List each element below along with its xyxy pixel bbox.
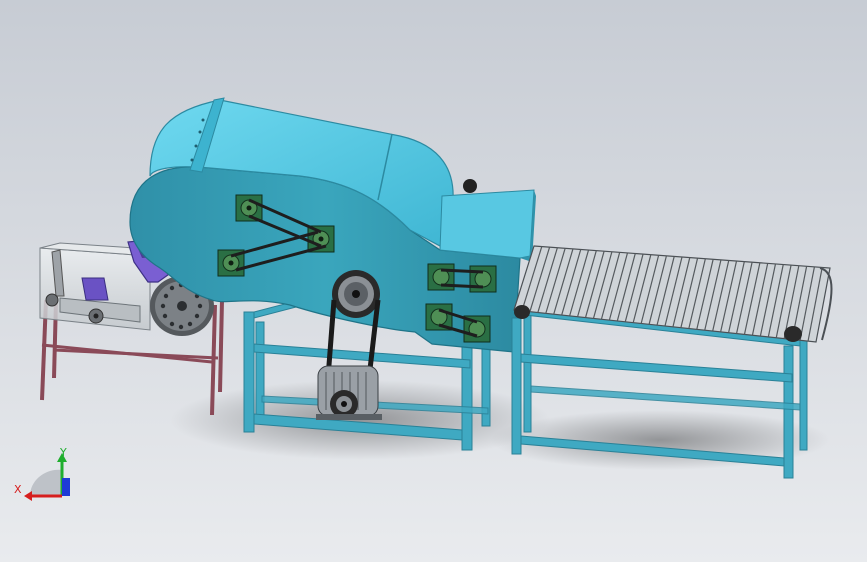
x-axis-label: X [14, 483, 22, 496]
electric-motor [316, 365, 382, 420]
sprocket-bracket-icon [469, 265, 497, 293]
small-gear-icon [88, 308, 104, 324]
cad-viewport[interactable]: Y X [0, 0, 867, 562]
z-axis-block [62, 478, 70, 496]
main-pulley-icon [332, 270, 380, 318]
tray-paddle [81, 277, 109, 301]
small-gear-icon [45, 293, 59, 307]
bearing-icon [463, 179, 477, 193]
y-axis-label: Y [59, 446, 67, 459]
machine-right-block [439, 189, 535, 259]
